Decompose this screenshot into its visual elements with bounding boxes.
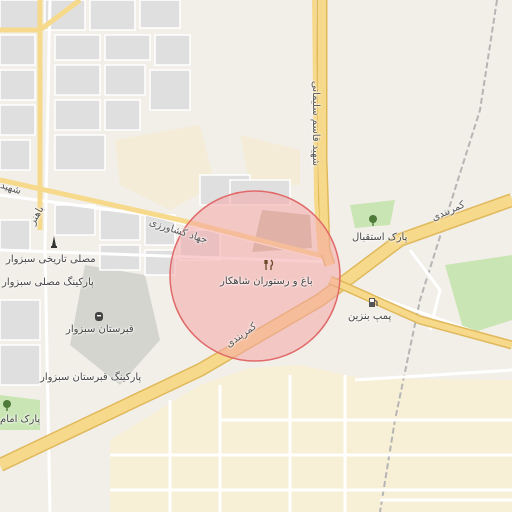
tree-icon[interactable] (367, 214, 379, 226)
park-left-label[interactable]: پارک امام (0, 414, 40, 425)
road-label-soleimani: شهید قاسم سلیمانی (310, 80, 322, 167)
monument-icon[interactable] (48, 236, 60, 248)
map-view[interactable]: باغ و رستوران شاهکار جهاد کشاورزی شهید ق… (0, 0, 512, 512)
tree-icon[interactable] (1, 399, 13, 411)
cemetery-icon[interactable] (93, 310, 105, 322)
parking-mosalla-label[interactable]: پارکینگ مصلی سبزوار (2, 277, 94, 288)
cemetery-label[interactable]: قبرستان سبزوار (66, 324, 134, 335)
gas-station-label[interactable]: پمپ بنزین (348, 311, 391, 322)
fork-knife-icon[interactable] (263, 259, 275, 271)
mosalla-label[interactable]: مصلی تاریخی سبزوار (6, 254, 96, 265)
park-esteghbal-label[interactable]: پارک استقبال (352, 232, 407, 243)
restaurant-label[interactable]: باغ و رستوران شاهکار (220, 276, 313, 287)
fuel-pump-icon[interactable] (367, 296, 379, 308)
parking-cemetery-label[interactable]: پارکینگ قبرستان سبزوار (40, 372, 141, 383)
park-east (445, 255, 512, 335)
